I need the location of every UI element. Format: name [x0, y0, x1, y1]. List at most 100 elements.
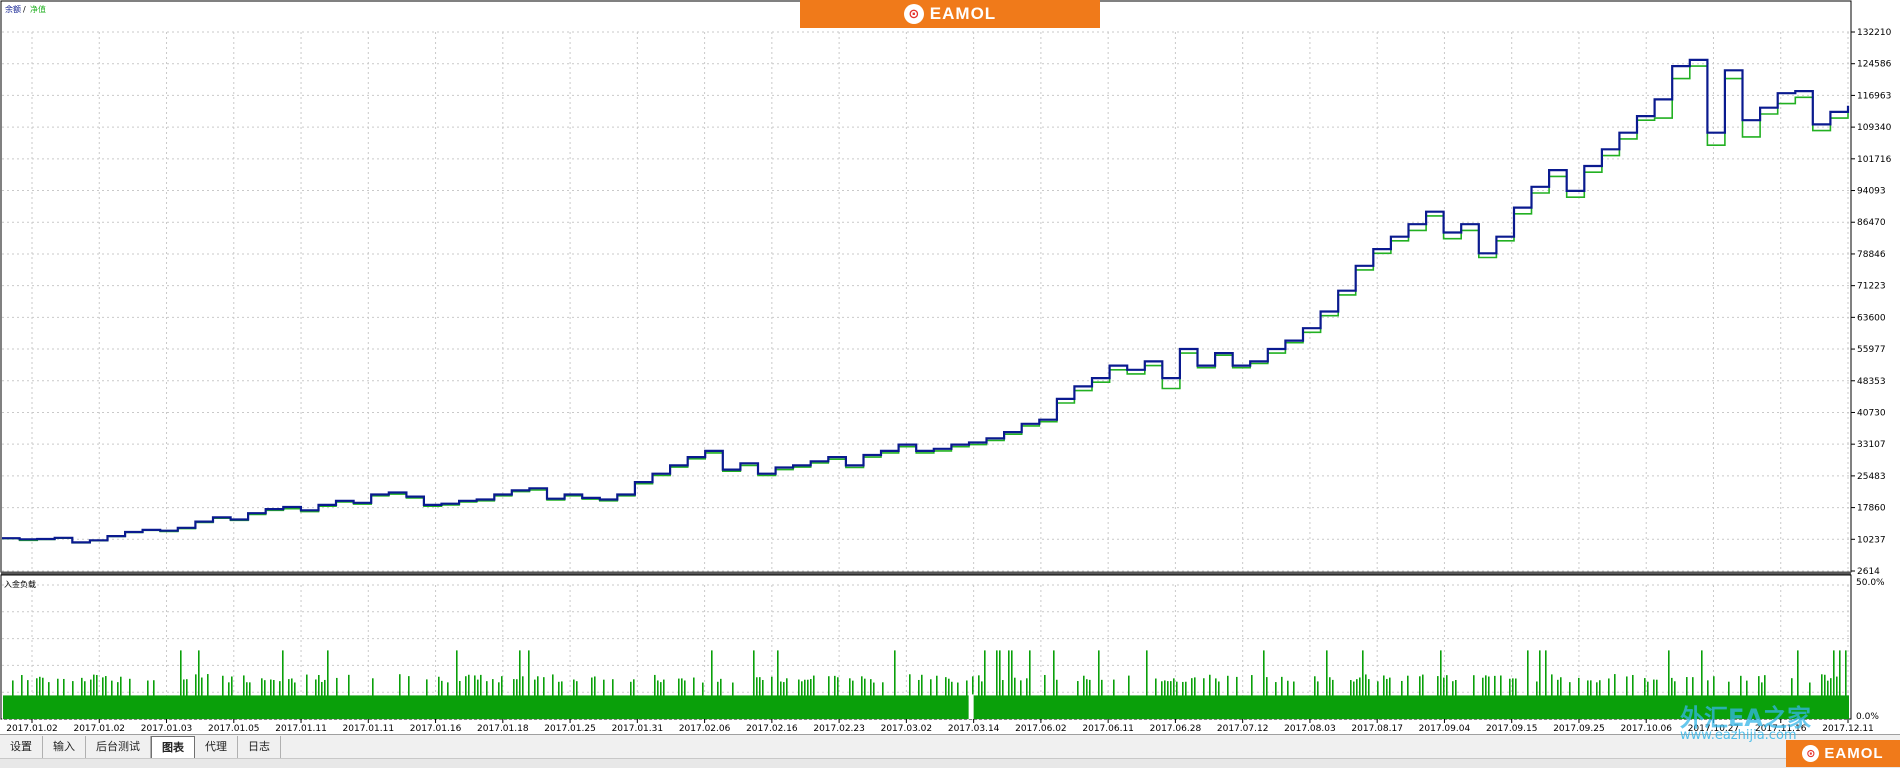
deposit-load-bar: [180, 650, 182, 719]
x-tick-label: 2017.07.12: [1217, 724, 1269, 734]
deposit-load-bar: [543, 677, 545, 719]
deposit-load-bar: [945, 677, 947, 719]
deposit-load-bar: [21, 675, 23, 719]
deposit-load-bar: [1824, 674, 1826, 719]
deposit-load-bar: [1443, 677, 1445, 719]
corner-brand-name: EAMOL: [1824, 745, 1884, 762]
deposit-load-bar: [1494, 675, 1496, 719]
deposit-load-bar: [861, 676, 863, 719]
deposit-load-bar: [291, 678, 293, 719]
deposit-load-bar: [783, 682, 785, 719]
deposit-load-bar: [1545, 650, 1547, 719]
deposit-load-bar: [1185, 681, 1187, 719]
deposit-load-bar: [1626, 676, 1628, 719]
deposit-load-bar: [246, 682, 248, 719]
deposit-load-bar: [270, 679, 272, 719]
deposit-load-bar: [1236, 676, 1238, 719]
deposit-load-bar: [228, 682, 230, 719]
main-y-tick-label: 17860: [1857, 504, 1886, 514]
deposit-load-bar: [1113, 679, 1115, 719]
deposit-load-bar: [528, 650, 530, 719]
deposit-load-bar: [441, 680, 443, 719]
deposit-load-bar: [1218, 681, 1220, 719]
deposit-load-bar: [12, 680, 14, 719]
corner-brand-badge: ⊙ EAMOL: [1786, 740, 1900, 767]
deposit-load-bar: [1527, 650, 1529, 719]
deposit-load-bar: [771, 676, 773, 719]
deposit-load-bar: [36, 678, 38, 719]
deposit-load-bar: [657, 680, 659, 719]
deposit-load-bar: [399, 674, 401, 719]
deposit-load-bar: [81, 677, 83, 719]
deposit-load-bar: [1488, 676, 1490, 719]
deposit-load-bar: [1515, 678, 1517, 719]
deposit-load-bar: [756, 677, 758, 719]
deposit-load-bar: [1293, 681, 1295, 719]
deposit-load-bar: [1365, 674, 1367, 719]
deposit-load-bar: [921, 674, 923, 719]
deposit-load-bar: [918, 679, 920, 719]
deposit-load-bar: [870, 679, 872, 719]
deposit-load-bar: [807, 679, 809, 719]
x-tick-label: 2017.02.23: [813, 724, 865, 734]
deposit-load-bar: [981, 681, 983, 719]
deposit-load-bar: [834, 675, 836, 719]
deposit-load-bar: [1173, 678, 1175, 719]
x-tick-label: 2017.06.28: [1150, 724, 1202, 734]
tab-graph[interactable]: 图表: [151, 735, 195, 759]
load-y-max: 50.0%: [1856, 578, 1885, 588]
deposit-load-bar: [957, 682, 959, 719]
x-tick-label: 2017.01.11: [343, 724, 395, 734]
deposit-load-bar: [936, 675, 938, 719]
deposit-load-bar: [348, 674, 350, 719]
deposit-load-bar: [456, 650, 458, 719]
main-y-tick-label: 48353: [1857, 377, 1886, 387]
deposit-load-bar: [1356, 679, 1358, 719]
deposit-load-bar: [222, 675, 224, 719]
deposit-load-bar: [1146, 650, 1148, 719]
deposit-load-bar: [1383, 675, 1385, 719]
deposit-load-bar: [1263, 650, 1265, 719]
deposit-load-bar: [459, 680, 461, 719]
deposit-load-bar: [1176, 681, 1178, 719]
deposit-load-bar: [1587, 680, 1589, 719]
deposit-load-bar: [261, 678, 263, 719]
tab-inputs[interactable]: 输入: [43, 736, 86, 758]
deposit-load-bar: [57, 678, 59, 719]
x-tick-label: 2017.02.16: [746, 724, 798, 734]
deposit-load-bar: [786, 678, 788, 719]
deposit-load-bar: [1077, 681, 1079, 719]
deposit-load-bar: [1377, 681, 1379, 719]
deposit-load-bar: [243, 675, 245, 719]
deposit-load-bar: [1281, 676, 1283, 719]
deposit-load-bar: [522, 676, 524, 719]
deposit-load-bar: [717, 681, 719, 719]
deposit-load-bar: [1452, 681, 1454, 719]
tab-backtest[interactable]: 后台测试: [86, 736, 151, 758]
deposit-load-bar: [1266, 677, 1268, 719]
balance-equity-panel: 132210 124586 116963 109340 101716 94093 86470…: [0, 0, 1892, 577]
deposit-load-bar: [474, 675, 476, 719]
deposit-load-bar: [408, 676, 410, 719]
tab-journal[interactable]: 日志: [238, 736, 281, 758]
deposit-load-bar: [576, 681, 578, 719]
tab-agents[interactable]: 代理: [195, 736, 238, 758]
deposit-load-bar: [1845, 650, 1847, 719]
deposit-load-bar: [1536, 681, 1538, 719]
deposit-load-bar: [1656, 679, 1658, 719]
load-y-min: 0.0%: [1856, 712, 1879, 722]
deposit-load-bar: [1128, 675, 1130, 719]
deposit-load-bar: [996, 650, 998, 719]
legend-separator: /: [23, 5, 26, 14]
deposit-load-bar: [201, 677, 203, 719]
deposit-load-bar: [534, 679, 536, 719]
deposit-load-bar: [1839, 650, 1841, 719]
deposit-load-bar: [684, 680, 686, 719]
deposit-load-bar: [102, 677, 104, 719]
deposit-load-bar: [477, 679, 479, 719]
tab-settings[interactable]: 设置: [0, 736, 43, 758]
deposit-load-bar: [1440, 650, 1442, 719]
deposit-load-bar: [63, 678, 65, 719]
deposit-load-bar: [1203, 678, 1205, 719]
deposit-load-bar: [294, 682, 296, 719]
